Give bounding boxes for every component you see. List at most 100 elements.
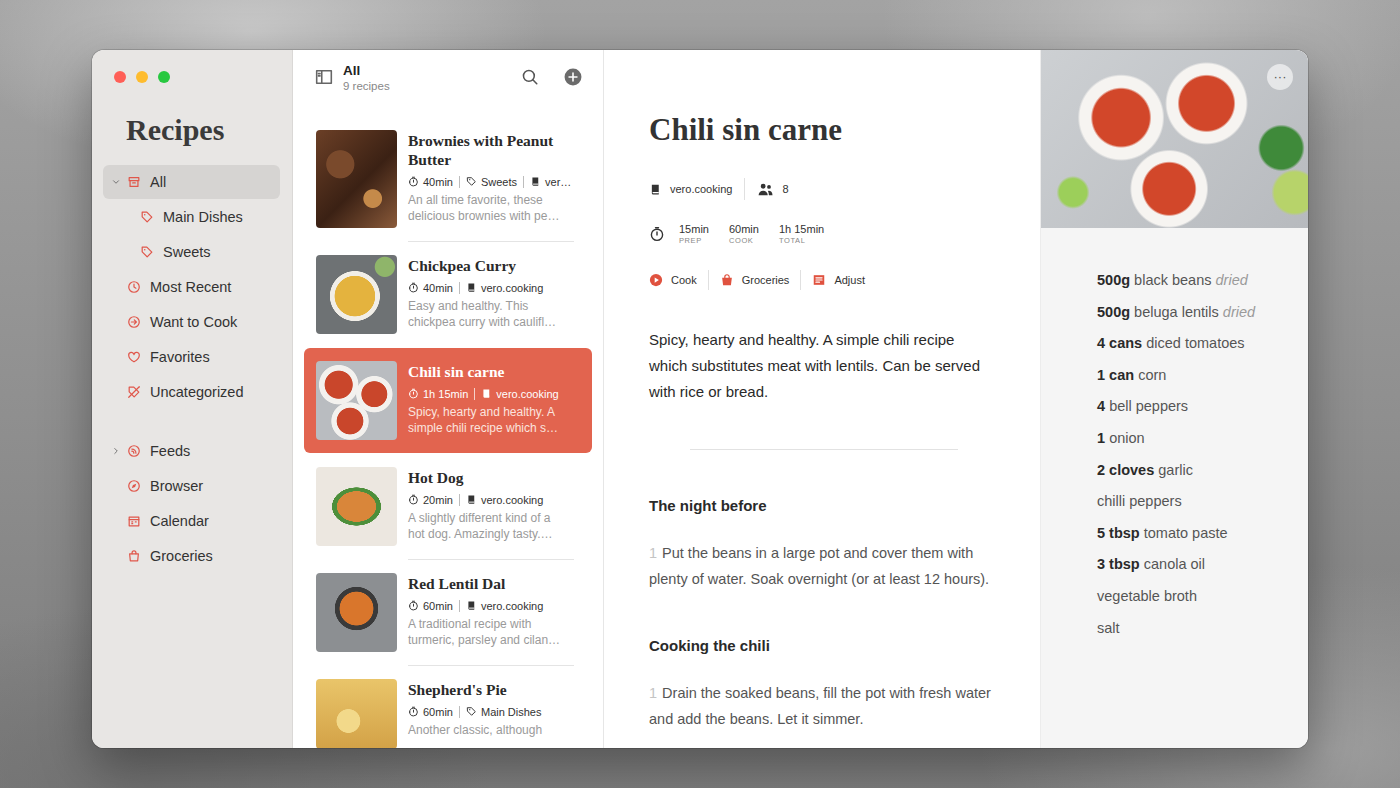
sidebar-item[interactable]: Calendar xyxy=(103,504,280,538)
sidebar-item[interactable]: Uncategorized xyxy=(103,375,280,409)
recipe-row[interactable]: Red Lentil Dal60minvero.cookingA traditi… xyxy=(304,560,592,665)
step-number: 1 xyxy=(649,685,657,701)
ingredient-name: chilli peppers xyxy=(1097,493,1182,509)
sidebar: Recipes All Main Dishes Sweets Most Recent Wa… xyxy=(92,50,293,748)
sidebar-item[interactable]: Groceries xyxy=(103,539,280,573)
sidebar-item-label: Most Recent xyxy=(150,279,231,295)
description-line: simple chili recipe which s… xyxy=(408,421,580,437)
recipe-row[interactable]: Chili sin carne1h 15minvero.cookingSpicy… xyxy=(304,348,592,453)
instruction-step: 1Drain the soaked beans, fill the pot wi… xyxy=(649,680,996,732)
separator xyxy=(459,282,460,294)
servings: 8 xyxy=(782,183,788,195)
recipe-description: Spicy, hearty and healthy. Asimple chili… xyxy=(408,405,580,436)
disclosure xyxy=(111,282,121,292)
time-label: PREP xyxy=(679,236,709,245)
description-line: hot dog. Amazingly tasty.… xyxy=(408,527,580,543)
chevron-icon[interactable] xyxy=(111,446,121,456)
recipe-description: An all time favorite, thesedelicious bro… xyxy=(408,193,580,224)
sidebar-icon[interactable] xyxy=(315,68,333,86)
recipe-time: 1h 15min xyxy=(423,388,468,400)
play-icon xyxy=(649,273,663,287)
divider xyxy=(690,449,958,450)
disclosure xyxy=(124,212,134,222)
book-icon xyxy=(481,388,492,399)
recipe-row[interactable]: Hot Dog20minvero.cookingA slightly diffe… xyxy=(304,454,592,559)
book-icon xyxy=(466,600,477,611)
row-divider xyxy=(408,241,574,242)
sidebar-item[interactable]: Browser xyxy=(103,469,280,503)
ingredient-amount: 2 cloves xyxy=(1097,462,1154,478)
step-text: Put the beans in a large pot and cover t… xyxy=(649,545,989,587)
sidebar-item[interactable]: All xyxy=(103,165,280,199)
ingredient: 500gbeluga lentilsdried xyxy=(1097,297,1292,329)
time-value: 15min xyxy=(679,223,709,236)
sidebar-item-label: Feeds xyxy=(150,443,190,459)
clock-icon xyxy=(127,280,141,294)
ingredient: 1 cancorn xyxy=(1097,360,1292,392)
ingredient: salt xyxy=(1097,613,1292,645)
recipe-row[interactable]: Chickpea Curry40minvero.cookingEasy and … xyxy=(304,242,592,347)
ingredient-name: canola oil xyxy=(1144,556,1205,572)
recipe-summary: Chickpea Curry40minvero.cookingEasy and … xyxy=(408,255,580,334)
description-line: A slightly different kind of a xyxy=(408,511,580,527)
ingredient-name: bell peppers xyxy=(1109,398,1188,414)
recipe-name: Chickpea Curry xyxy=(408,255,580,277)
sidebar-tag-item[interactable]: Sweets xyxy=(103,235,280,269)
ingredient-name: black beans xyxy=(1134,272,1211,288)
tag-icon xyxy=(466,706,477,717)
cart-icon xyxy=(720,273,734,287)
sidebar-item-label: All xyxy=(150,174,166,190)
recipe-row[interactable]: Shepherd's Pie60minMain DishesAnother cl… xyxy=(304,666,592,748)
recipe-info: vero.cooking8 xyxy=(649,178,996,200)
sidebar-item[interactable]: Most Recent xyxy=(103,270,280,304)
action-button[interactable]: Adjust xyxy=(812,273,865,287)
tag-icon xyxy=(140,210,154,224)
ingredient: 2 clovesgarlic xyxy=(1097,455,1292,487)
recipe-title: Chili sin carne xyxy=(649,112,996,148)
disclosure xyxy=(111,446,121,456)
sidebar-item-label: Sweets xyxy=(163,244,211,260)
ingredient-name: corn xyxy=(1138,367,1166,383)
book-icon xyxy=(649,183,662,196)
step-text: Drain the soaked beans, fill the pot wit… xyxy=(649,685,991,727)
plus-icon[interactable] xyxy=(564,68,582,86)
action-label: Cook xyxy=(671,274,697,286)
recipe-thumbnail xyxy=(316,679,397,748)
sidebar-item[interactable]: Feeds xyxy=(103,434,280,468)
search-icon[interactable] xyxy=(521,68,539,86)
sidebar-tag-item[interactable]: Main Dishes xyxy=(103,200,280,234)
minimize-button[interactable] xyxy=(136,71,148,83)
recipe-source: vero.cooking xyxy=(496,388,558,400)
recipe-meta: 60minMain Dishes xyxy=(408,703,580,720)
timer-icon xyxy=(408,388,419,399)
chevron-icon[interactable] xyxy=(111,177,121,187)
separator xyxy=(523,176,524,188)
recipe-time: 60min xyxy=(423,600,453,612)
sidebar-item[interactable]: Want to Cook xyxy=(103,305,280,339)
recipe-row[interactable]: Brownies with Peanut Butter40minSweetsve… xyxy=(304,117,592,241)
description-line: Another classic, although xyxy=(408,723,580,739)
list-heading: All9 recipes xyxy=(343,62,521,94)
zoom-button[interactable] xyxy=(158,71,170,83)
action-button[interactable]: Cook xyxy=(649,273,697,287)
recipe-thumbnail xyxy=(316,255,397,334)
disclosure xyxy=(124,247,134,257)
app-title: Recipes xyxy=(126,112,280,148)
sidebar-item-label: Browser xyxy=(150,478,203,494)
description-line: A traditional recipe with xyxy=(408,617,580,633)
sidebar-item[interactable]: Favorites xyxy=(103,340,280,374)
action-button[interactable]: Groceries xyxy=(720,273,790,287)
sidebar-item-label: Calendar xyxy=(150,513,209,529)
close-button[interactable] xyxy=(114,71,126,83)
tag-icon xyxy=(140,245,154,259)
recipe-thumbnail xyxy=(316,467,397,546)
ingredient-note: dried xyxy=(1216,272,1248,288)
adjust-icon xyxy=(812,273,826,287)
ingredient: 500gblack beansdried xyxy=(1097,265,1292,297)
more-button[interactable]: ··· xyxy=(1267,64,1293,90)
ingredient-name: onion xyxy=(1109,430,1144,446)
time-item: 60minCOOK xyxy=(729,223,759,245)
timer-icon xyxy=(649,226,665,242)
sidebar-item-label: Main Dishes xyxy=(163,209,243,225)
recipe-source: ver… xyxy=(545,176,571,188)
